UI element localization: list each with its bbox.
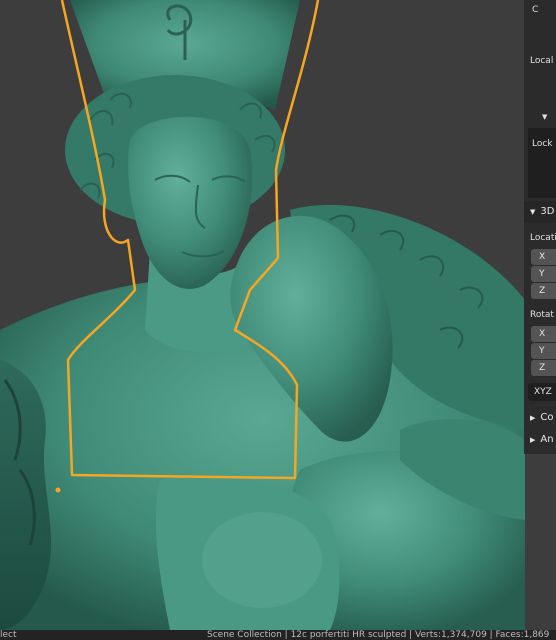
rotation-y-field[interactable]: Y bbox=[531, 343, 556, 359]
rotation-mode-select[interactable]: XYZ bbox=[528, 383, 556, 401]
lock-label: Lock bbox=[532, 139, 553, 149]
section-3d-label: 3D bbox=[540, 206, 555, 217]
lock-box: Lock bbox=[528, 128, 556, 198]
location-y-field[interactable]: Y bbox=[531, 266, 556, 282]
local-label: Local bbox=[530, 56, 554, 66]
3d-viewport[interactable] bbox=[0, 0, 525, 630]
expand-triangle-icon[interactable]: ▼ bbox=[542, 113, 547, 121]
section-collapsed-1[interactable]: ▶ Co bbox=[524, 408, 556, 428]
scene-statistics: Scene Collection | 12c porfertiti HR scu… bbox=[207, 630, 550, 640]
section-collapsed-2[interactable]: ▶ An bbox=[524, 430, 556, 450]
rotation-z-field[interactable]: Z bbox=[531, 360, 556, 376]
section-collapsed-2-label: An bbox=[540, 434, 554, 445]
location-label: Locati bbox=[530, 233, 556, 243]
location-z-field[interactable]: Z bbox=[531, 283, 556, 299]
sidebar-top-label: C bbox=[532, 5, 539, 15]
breast-mesh bbox=[202, 512, 322, 608]
expand-triangle-icon: ▶ bbox=[530, 436, 536, 444]
face-mesh bbox=[128, 116, 253, 289]
sculpt-scene bbox=[0, 0, 525, 630]
section-collapsed-1-label: Co bbox=[540, 412, 554, 423]
expand-triangle-icon: ▶ bbox=[530, 414, 536, 422]
rotation-x-field[interactable]: X bbox=[531, 326, 556, 342]
status-left-text: lect bbox=[0, 630, 17, 640]
collapse-triangle-icon: ▼ bbox=[530, 208, 536, 216]
location-x-field[interactable]: X bbox=[531, 249, 556, 265]
n-panel-sidebar: C Local ▼ Lock ▼ 3D Locati X Y Z Rotat X … bbox=[524, 0, 556, 454]
section-3d-cursor[interactable]: ▼ 3D bbox=[524, 201, 556, 223]
status-bar: lect Scene Collection | 12c porfertiti H… bbox=[0, 630, 556, 640]
rotation-label: Rotat bbox=[530, 310, 554, 320]
